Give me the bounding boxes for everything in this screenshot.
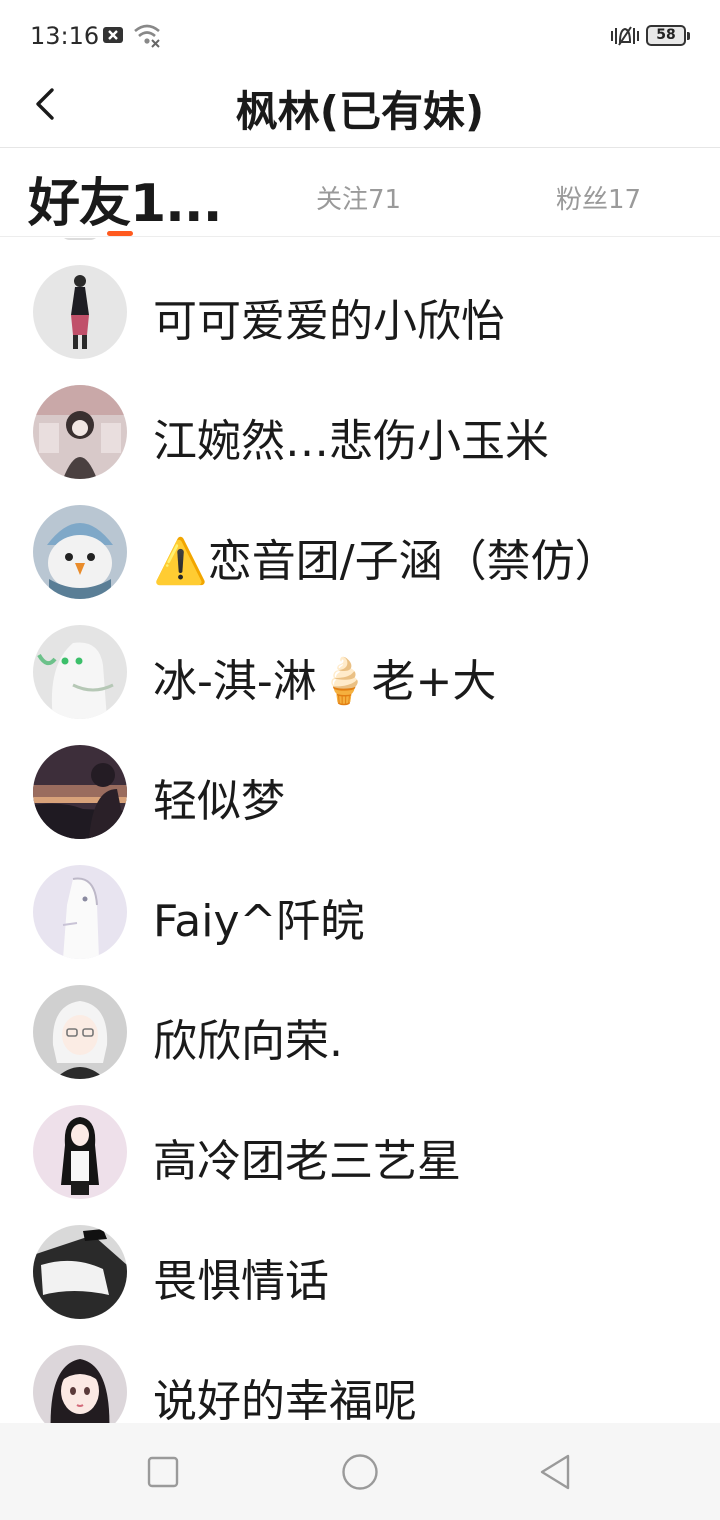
page-title: 枫林(已有妹) — [235, 87, 485, 136]
recent-apps-button[interactable] — [146, 1455, 180, 1493]
triangle-back-icon — [540, 1454, 570, 1490]
tab-friends[interactable]: 好友1... — [28, 161, 222, 236]
partial-avatar — [60, 238, 100, 240]
friend-name: ⚠️恋音团/子涵（禁仿） — [153, 536, 619, 587]
status-bar: 13:16 58 — [0, 0, 720, 72]
back-nav-button[interactable] — [538, 1453, 574, 1495]
tab-bar: 好友1... 关注71 粉丝17 — [0, 149, 720, 237]
friend-name: 冰-淇-淋🍦老+大 — [153, 656, 497, 707]
avatar — [33, 745, 127, 839]
friend-name: 轻似梦 — [153, 776, 285, 827]
battery-indicator: 58 — [646, 25, 690, 46]
list-item[interactable]: Faiy^阡皖 — [0, 865, 720, 985]
friend-name: 畏惧情话 — [153, 1256, 329, 1307]
status-time: 13:16 — [30, 22, 100, 50]
avatar — [33, 1105, 127, 1199]
avatar — [33, 625, 127, 719]
list-item[interactable]: ⚠️恋音团/子涵（禁仿） — [0, 505, 720, 625]
friend-name: 说好的幸福呢 — [153, 1376, 417, 1423]
vibrate-mute-icon — [610, 24, 640, 52]
list-item[interactable]: 高冷团老三艺星 — [0, 1105, 720, 1225]
list-item[interactable]: 冰-淇-淋🍦老+大 — [0, 625, 720, 745]
friend-name: 可可爱爱的小欣怡 — [153, 296, 505, 347]
active-tab-indicator — [107, 231, 133, 236]
friend-list: 可可爱爱的小欣怡 江婉然…悲伤小玉米 ⚠️恋音团/子涵（禁仿） 冰-淇-淋🍦老+… — [0, 238, 720, 1423]
list-item[interactable]: 江婉然…悲伤小玉米 — [0, 385, 720, 505]
notification-x-icon — [102, 24, 124, 50]
square-icon — [147, 1456, 179, 1488]
avatar — [33, 985, 127, 1079]
friend-name: 高冷团老三艺星 — [153, 1136, 461, 1187]
circle-icon — [342, 1454, 378, 1490]
list-item[interactable]: 说好的幸福呢 — [0, 1345, 720, 1423]
friend-name: 江婉然…悲伤小玉米 — [153, 416, 549, 467]
list-item[interactable]: 畏惧情话 — [0, 1225, 720, 1345]
tab-following[interactable]: 关注71 — [316, 179, 401, 216]
friend-name: Faiy^阡皖 — [153, 896, 365, 947]
list-item[interactable]: 可可爱爱的小欣怡 — [0, 265, 720, 385]
avatar — [33, 385, 127, 479]
list-item[interactable]: 欣欣向荣. — [0, 985, 720, 1105]
avatar — [33, 1225, 127, 1319]
system-nav-bar — [0, 1423, 720, 1520]
avatar — [33, 505, 127, 599]
wifi-icon — [133, 22, 161, 52]
list-item[interactable]: 轻似梦 — [0, 745, 720, 865]
avatar — [33, 865, 127, 959]
tab-fans[interactable]: 粉丝17 — [556, 179, 641, 216]
header: 枫林(已有妹) — [0, 72, 720, 148]
avatar — [33, 1345, 127, 1423]
home-button[interactable] — [340, 1452, 380, 1496]
avatar — [33, 265, 127, 359]
friend-name: 欣欣向荣. — [153, 1016, 343, 1067]
